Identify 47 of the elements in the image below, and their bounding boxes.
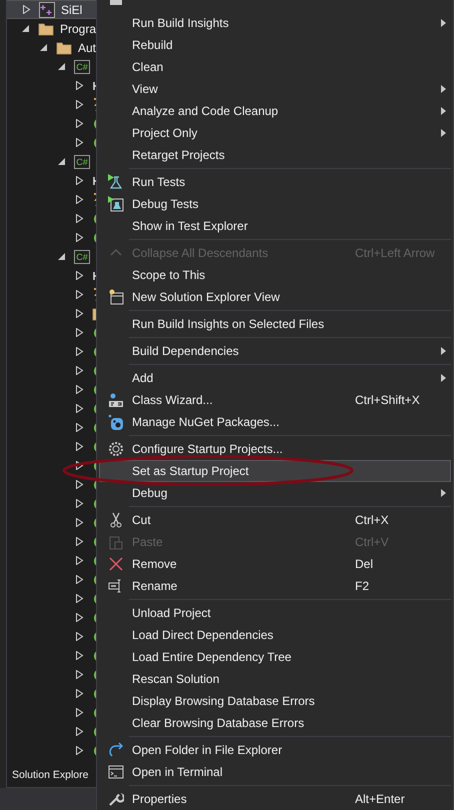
menu-item-label: Run Build Insights on Selected Files [132, 317, 324, 331]
shortcut-label: Alt+Enter [355, 792, 405, 806]
menu-item-label: New Solution Explorer View [132, 290, 280, 304]
csharp-project-icon: C# [74, 60, 90, 74]
shortcut-label: Ctrl+V [355, 535, 389, 549]
menu-item-label: Remove [132, 557, 177, 571]
menu-item-label: Paste [132, 535, 163, 549]
shortcut-label: F2 [355, 579, 370, 593]
menu-item-label: Project Only [132, 126, 198, 140]
menu-item-label: Debug Tests [132, 197, 198, 211]
tree-item-label: SiEl [61, 2, 82, 16]
menu-item-label: Cut [132, 513, 151, 527]
menu-item-label: Class Wizard... [132, 393, 213, 407]
shortcut-label: Ctrl+X [355, 513, 389, 527]
menu-item-label: Add [132, 371, 154, 385]
menu-item-label: Run Tests [132, 175, 186, 189]
menu-item-label: Show in Test Explorer [132, 219, 248, 233]
menu-item-label: Collapse All Descendants [132, 246, 268, 260]
menu-item-label: Set as Startup Project [132, 464, 249, 478]
menu-item-label: Rename [132, 579, 178, 593]
menu-item-label: Rescan Solution [132, 672, 220, 686]
tree-item-label: Progra [60, 22, 96, 36]
shortcut-label: Del [355, 557, 374, 571]
csharp-project-icon: C# [74, 250, 90, 264]
menu-item-label: Build Dependencies [132, 344, 239, 358]
menu-item-label: Open Folder in File Explorer [132, 743, 282, 757]
menu-item-label: Clean [132, 60, 164, 74]
tree-item-label: Aut [78, 40, 96, 54]
menu-item-label: Load Entire Dependency Tree [132, 650, 292, 664]
menu-item-label: Scope to This [132, 268, 206, 282]
menu-item-label: Analyze and Code Cleanup [132, 104, 278, 118]
shortcut-label: Ctrl+Shift+X [355, 393, 420, 407]
menu-item-label: Open in Terminal [132, 765, 222, 779]
menu-item-label: Unload Project [132, 606, 211, 620]
menu-item-label: Properties [132, 792, 187, 806]
menu-item-label: Load Direct Dependencies [132, 628, 274, 642]
csharp-project-icon: C# [74, 154, 90, 168]
menu-item-label: Manage NuGet Packages... [132, 415, 280, 429]
menu-item-label: Configure Startup Projects... [132, 442, 283, 456]
shortcut-label: Ctrl+Left Arrow [355, 246, 435, 260]
menu-item-label: Debug [132, 486, 168, 500]
menu-item-label: Clear Browsing Database Errors [132, 716, 304, 730]
menu-item-label: Rebuild [132, 38, 173, 52]
menu-item-label: Run Build Insights [132, 16, 229, 30]
menu-item-label: Display Browsing Database Errors [132, 694, 315, 708]
menu-item-label: Retarget Projects [132, 148, 225, 162]
menu-item-label: View [132, 82, 158, 96]
